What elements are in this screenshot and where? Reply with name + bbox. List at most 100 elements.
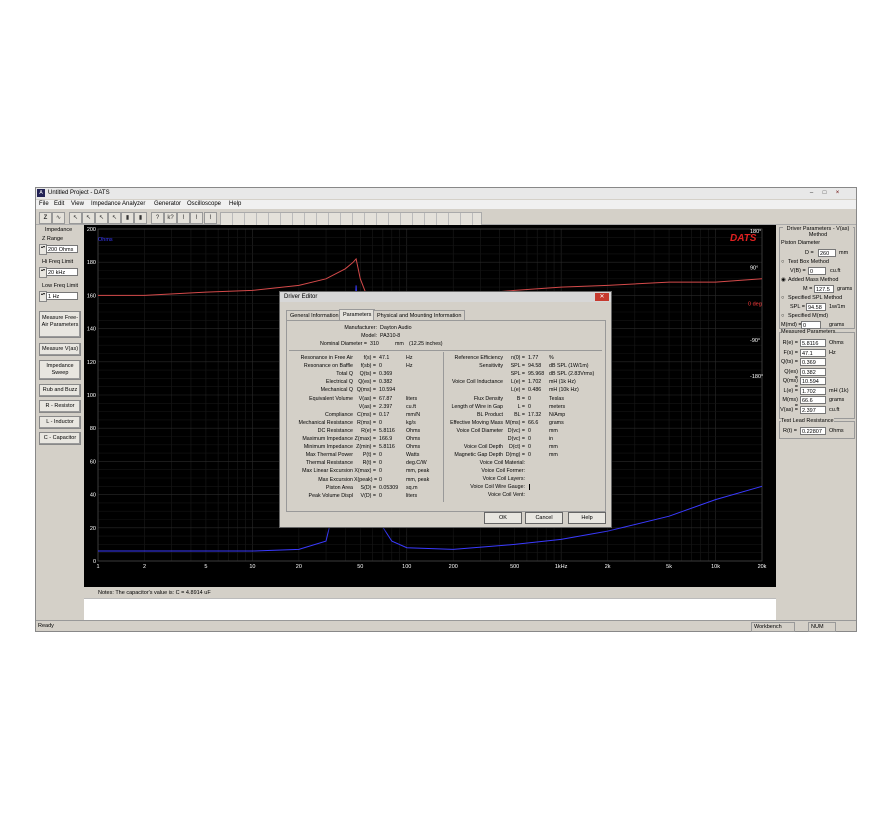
- probe-icon[interactable]: ⌇: [204, 212, 217, 224]
- resistor-button[interactable]: R - Resistor: [39, 400, 81, 413]
- rub-and-buzz-button[interactable]: Rub and Buzz: [39, 384, 81, 397]
- menu-generator[interactable]: Generator: [154, 201, 181, 207]
- measured-field[interactable]: 66.6: [800, 396, 826, 404]
- vb-field[interactable]: 0: [808, 267, 826, 275]
- measured-field[interactable]: 0.369: [800, 358, 826, 366]
- param-value[interactable]: 0: [379, 460, 382, 466]
- cursor-icon[interactable]: ↖: [95, 212, 108, 224]
- probe-icon[interactable]: ⌇: [190, 212, 203, 224]
- param-value[interactable]: 0: [528, 404, 531, 410]
- param-unit: Watts: [406, 452, 420, 459]
- param-value[interactable]: 0: [528, 396, 531, 402]
- measured-field[interactable]: 1.702: [800, 386, 826, 395]
- divider: [289, 350, 602, 351]
- y-tick-label: 20: [90, 526, 96, 532]
- spl-radio[interactable]: ○: [781, 295, 784, 301]
- param-value[interactable]: 1.77: [528, 355, 538, 361]
- bars-icon[interactable]: ▮: [134, 212, 147, 224]
- bars-icon[interactable]: ▮: [121, 212, 134, 224]
- probe-icon[interactable]: ?: [151, 212, 164, 224]
- d-field[interactable]: 260: [818, 249, 836, 257]
- toolbar-buttons-group[interactable]: [220, 212, 482, 226]
- z-icon[interactable]: Z: [39, 212, 52, 224]
- menu-oscilloscope[interactable]: Oscilloscope: [187, 201, 221, 207]
- measured-field[interactable]: 2.397: [800, 405, 826, 414]
- spl-field[interactable]: 94.58: [806, 303, 826, 311]
- cursor-icon[interactable]: ↖: [82, 212, 95, 224]
- param-value[interactable]: 1.702: [528, 379, 541, 385]
- param-value[interactable]: 0: [528, 444, 531, 450]
- impedance-sweep-button[interactable]: Impedance Sweep: [39, 360, 81, 380]
- test-box-radio[interactable]: ○: [781, 259, 784, 265]
- param-value[interactable]: 0: [379, 477, 382, 483]
- param-symbol: P(t) =: [362, 452, 376, 459]
- measure-vas-button[interactable]: Measure V(as): [39, 343, 81, 356]
- param-value[interactable]: 0: [379, 420, 382, 426]
- help-button[interactable]: Help: [568, 512, 606, 524]
- menu-help[interactable]: Help: [229, 201, 241, 207]
- param-value[interactable]: 2.397: [379, 404, 392, 410]
- md-radio[interactable]: ○: [781, 313, 784, 319]
- z-range-field[interactable]: 200 Ohms: [46, 245, 78, 253]
- param-value[interactable]: 5.8116: [379, 428, 395, 434]
- param-value[interactable]: 0: [379, 452, 382, 458]
- param-value[interactable]: 66.6: [528, 420, 538, 426]
- param-label: Max Thermal Power: [305, 452, 353, 459]
- param-value[interactable]: 0: [528, 436, 531, 442]
- measure-free-air-button[interactable]: Measure Free-Air Parameters: [39, 311, 81, 338]
- param-value[interactable]: 0.382: [379, 379, 392, 385]
- menu-file[interactable]: File: [39, 201, 49, 207]
- dialog-close-button[interactable]: ✕: [595, 293, 609, 301]
- param-value[interactable]: 94.58: [528, 363, 541, 369]
- measured-field[interactable]: 0.382: [800, 367, 826, 376]
- added-mass-radio[interactable]: ◉: [781, 277, 786, 283]
- low-freq-field[interactable]: 1 Hz: [46, 292, 78, 300]
- menu-edit[interactable]: Edit: [54, 201, 64, 207]
- param-value[interactable]: 95.968: [528, 371, 544, 377]
- cursor-icon[interactable]: ↖: [108, 212, 121, 224]
- param-value[interactable]: 47.1: [379, 355, 389, 361]
- m-field[interactable]: 127.5: [814, 285, 834, 293]
- cursor-icon[interactable]: ↖: [69, 212, 82, 224]
- param-value[interactable]: 0: [528, 428, 531, 434]
- sine-icon[interactable]: ∿: [52, 212, 65, 224]
- param-value[interactable]: 5.8116: [379, 444, 395, 450]
- md-field[interactable]: 0: [801, 321, 821, 329]
- param-value[interactable]: 166.9: [379, 436, 392, 442]
- param-value[interactable]: 0.369: [379, 371, 392, 377]
- menu-view[interactable]: View: [71, 201, 84, 207]
- param-value[interactable]: 0.17: [379, 412, 389, 418]
- param-label: Maximum Impedance: [302, 436, 353, 442]
- measured-field[interactable]: 5.8116: [800, 339, 826, 347]
- param-value[interactable]: 67.87: [379, 396, 392, 402]
- dats-logo: DATS: [730, 233, 757, 244]
- piston-diameter-label: Piston Diameter: [781, 240, 821, 246]
- hi-freq-field[interactable]: 20 kHz: [46, 268, 78, 276]
- param-value[interactable]: 10.594: [379, 387, 395, 393]
- param-value[interactable]: 0: [528, 452, 531, 458]
- param-value[interactable]: 0: [379, 363, 382, 369]
- cancel-button[interactable]: Cancel: [525, 512, 563, 524]
- rt-field[interactable]: 0.22807: [800, 427, 826, 435]
- ok-button[interactable]: OK: [484, 512, 522, 524]
- menu-impedance-analyzer[interactable]: Impedance Analyzer: [91, 201, 145, 207]
- impedance-title: Impedance: [45, 227, 73, 233]
- probe-icon[interactable]: ⌇: [177, 212, 190, 224]
- dialog-title-bar: Driver Editor ✕: [280, 292, 611, 302]
- param-value[interactable]: 0: [379, 468, 382, 474]
- inductor-button[interactable]: L - Inductor: [39, 416, 81, 429]
- capacitor-button[interactable]: C - Capacitor: [39, 432, 81, 445]
- param-value[interactable]: 0.05309: [379, 485, 398, 491]
- maximize-button[interactable]: □: [819, 189, 830, 197]
- measured-field[interactable]: 10.594: [800, 377, 826, 385]
- md-label: M(md) =: [781, 322, 802, 328]
- param-value[interactable]: 17.32: [528, 412, 541, 418]
- md-method-label: Specified M(md): [788, 313, 829, 319]
- probe-icon[interactable]: k?: [164, 212, 177, 224]
- param-value[interactable]: 0: [379, 493, 382, 499]
- param-value[interactable]: 0.486: [528, 387, 541, 393]
- close-button[interactable]: ×: [832, 189, 843, 197]
- measured-field[interactable]: 47.1: [800, 348, 826, 357]
- notes-area[interactable]: [84, 598, 776, 620]
- minimize-button[interactable]: –: [806, 189, 817, 197]
